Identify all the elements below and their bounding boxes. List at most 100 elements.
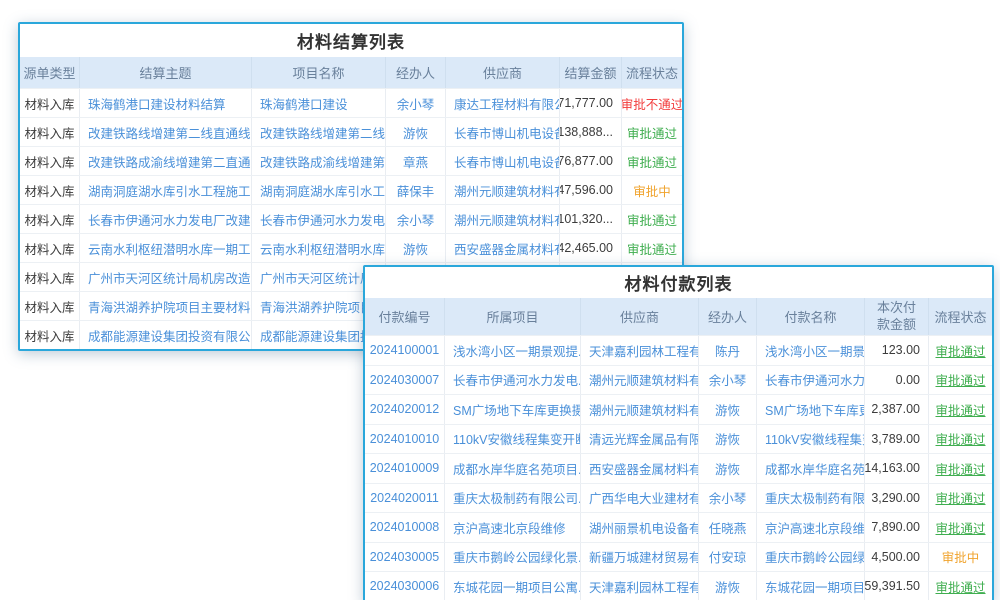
payment-name-link[interactable]: SM广场地下车库更...: [757, 395, 865, 424]
payment-number-link[interactable]: 2024030005: [365, 543, 445, 572]
payment-number-link[interactable]: 2024030006: [365, 572, 445, 600]
supplier-link[interactable]: 新疆万城建材贸易有限...: [581, 543, 699, 572]
handler-link[interactable]: 薛保丰: [386, 176, 446, 204]
source-type-cell: 材料入库: [20, 147, 80, 175]
project-name-link[interactable]: 东城花园一期项目公寓...: [445, 572, 581, 600]
settlement-subject-link[interactable]: 广州市天河区统计局机房改造项目...: [80, 263, 252, 291]
handler-link[interactable]: 付安琼: [699, 543, 757, 572]
project-name-link[interactable]: 改建铁路线增建第二线直...: [252, 118, 386, 146]
source-type-cell: 材料入库: [20, 118, 80, 146]
payment-name-link[interactable]: 重庆太极制药有限...: [757, 484, 865, 513]
supplier-link[interactable]: 长春市博山机电设备...: [446, 147, 560, 175]
supplier-link[interactable]: 清远光辉金属品有限公司: [581, 425, 699, 454]
settlement-subject-link[interactable]: 珠海鹤港口建设材料结算: [80, 89, 252, 117]
project-name-link[interactable]: 长春市伊通河水力发电...: [445, 366, 581, 395]
project-name-link[interactable]: 重庆太极制药有限公司...: [445, 484, 581, 513]
payment-number-link[interactable]: 2024030007: [365, 366, 445, 395]
handler-link[interactable]: 陈丹: [699, 336, 757, 365]
payment-amount-cell: 7,890.00: [865, 513, 929, 542]
payment-name-link[interactable]: 京沪高速北京段维...: [757, 513, 865, 542]
col-header-payment-number: 付款编号: [365, 298, 445, 335]
supplier-link[interactable]: 西安盛器金属材料有限...: [581, 454, 699, 483]
supplier-link[interactable]: 天津嘉利园林工程有限...: [581, 572, 699, 600]
payment-name-link[interactable]: 浅水湾小区一期景...: [757, 336, 865, 365]
project-name-link[interactable]: 浅水湾小区一期景观提...: [445, 336, 581, 365]
handler-link[interactable]: 余小琴: [699, 366, 757, 395]
payment-row: 2024020011重庆太极制药有限公司...广西华电大业建材有限...余小琴重…: [365, 483, 992, 513]
status-link[interactable]: 审批通过: [929, 484, 992, 513]
project-name-link[interactable]: 珠海鹤港口建设: [252, 89, 386, 117]
col-header-payment-name: 付款名称: [757, 298, 865, 335]
payment-number-link[interactable]: 2024010008: [365, 513, 445, 542]
project-name-link[interactable]: SM广场地下车库更换摄...: [445, 395, 581, 424]
source-type-cell: 材料入库: [20, 176, 80, 204]
supplier-link[interactable]: 广西华电大业建材有限...: [581, 484, 699, 513]
status-link[interactable]: 审批通过: [929, 454, 992, 483]
payment-number-link[interactable]: 2024010009: [365, 454, 445, 483]
handler-link[interactable]: 游恢: [386, 234, 446, 262]
payment-name-link[interactable]: 东城花园一期项目...: [757, 572, 865, 600]
status-link[interactable]: 审批通过: [929, 572, 992, 600]
settlement-subject-link[interactable]: 改建铁路线增建第二线直通线（成...: [80, 118, 252, 146]
supplier-link[interactable]: 潮州元顺建筑材料有...: [446, 205, 560, 233]
handler-link[interactable]: 任晓燕: [699, 513, 757, 542]
settlement-amount-cell: 138,888...: [560, 118, 622, 146]
supplier-link[interactable]: 长春市博山机电设备...: [446, 118, 560, 146]
payment-name-link[interactable]: 重庆市鹅岭公园绿...: [757, 543, 865, 572]
settlement-subject-link[interactable]: 湖南洞庭湖水库引水工程施工I标材...: [80, 176, 252, 204]
payment-amount-cell: 2,387.00: [865, 395, 929, 424]
supplier-link[interactable]: 潮州元顺建筑材料有限...: [581, 395, 699, 424]
status-label: 审批通过: [622, 234, 682, 262]
handler-link[interactable]: 游恢: [386, 118, 446, 146]
payment-number-link[interactable]: 2024020012: [365, 395, 445, 424]
payment-name-link[interactable]: 110kV安徽线程集变...: [757, 425, 865, 454]
project-name-link[interactable]: 长春市伊通河水力发电厂...: [252, 205, 386, 233]
status-link[interactable]: 审批通过: [929, 425, 992, 454]
handler-link[interactable]: 章燕: [386, 147, 446, 175]
project-name-link[interactable]: 京沪高速北京段维修: [445, 513, 581, 542]
project-name-link[interactable]: 110kV安徽线程集变开断...: [445, 425, 581, 454]
supplier-link[interactable]: 潮州元顺建筑材料有...: [446, 176, 560, 204]
handler-link[interactable]: 余小琴: [386, 205, 446, 233]
handler-link[interactable]: 游恢: [699, 572, 757, 600]
project-name-link[interactable]: 云南水利枢纽潜明水库一...: [252, 234, 386, 262]
status-link[interactable]: 审批通过: [929, 366, 992, 395]
payment-name-link[interactable]: 长春市伊通河水力...: [757, 366, 865, 395]
payment-name-link[interactable]: 成都水岸华庭名苑...: [757, 454, 865, 483]
settlement-subject-link[interactable]: 云南水利枢纽潜明水库一期工程施...: [80, 234, 252, 262]
payment-table: 材料付款列表 付款编号 所属项目 供应商 经办人 付款名称 本次付款金额 流程状…: [363, 265, 994, 600]
status-link[interactable]: 审批通过: [929, 395, 992, 424]
status-label: 审批不通过: [622, 89, 682, 117]
project-name-link[interactable]: 湖南洞庭湖水库引水工程...: [252, 176, 386, 204]
payment-number-link[interactable]: 2024100001: [365, 336, 445, 365]
payment-number-link[interactable]: 2024020011: [365, 484, 445, 513]
supplier-link[interactable]: 天津嘉利园林工程有限...: [581, 336, 699, 365]
col-header-handler: 经办人: [699, 298, 757, 335]
settlement-subject-link[interactable]: 成都能源建设集团投资有限公司临...: [80, 321, 252, 349]
source-type-cell: 材料入库: [20, 292, 80, 320]
handler-link[interactable]: 游恢: [699, 454, 757, 483]
supplier-link[interactable]: 潮州元顺建筑材料有限...: [581, 366, 699, 395]
settlement-subject-link[interactable]: 改建铁路成渝线增建第二直通线（...: [80, 147, 252, 175]
payment-number-link[interactable]: 2024010010: [365, 425, 445, 454]
settlement-subject-link[interactable]: 青海洪湖养护院项目主要材料结算: [80, 292, 252, 320]
status-link: 审批中: [929, 543, 992, 572]
status-link[interactable]: 审批通过: [929, 513, 992, 542]
handler-link[interactable]: 余小琴: [386, 89, 446, 117]
source-type-cell: 材料入库: [20, 321, 80, 349]
handler-link[interactable]: 游恢: [699, 425, 757, 454]
project-name-link[interactable]: 成都水岸华庭名苑项目...: [445, 454, 581, 483]
project-name-link[interactable]: 改建铁路成渝线增建第二...: [252, 147, 386, 175]
settlement-row: 材料入库湖南洞庭湖水库引水工程施工I标材...湖南洞庭湖水库引水工程...薛保丰…: [20, 175, 682, 204]
status-link[interactable]: 审批通过: [929, 336, 992, 365]
supplier-link[interactable]: 西安盛器金属材料有...: [446, 234, 560, 262]
handler-link[interactable]: 游恢: [699, 395, 757, 424]
supplier-link[interactable]: 湖州丽景机电设备有限...: [581, 513, 699, 542]
supplier-link[interactable]: 康达工程材料有限公司: [446, 89, 560, 117]
project-name-link[interactable]: 重庆市鹅岭公园绿化景...: [445, 543, 581, 572]
status-label: 审批中: [622, 176, 682, 204]
col-header-supplier: 供应商: [446, 57, 560, 88]
settlement-subject-link[interactable]: 长春市伊通河水力发电厂改建工程...: [80, 205, 252, 233]
col-header-settlement-amount: 结算金额: [560, 57, 622, 88]
handler-link[interactable]: 余小琴: [699, 484, 757, 513]
